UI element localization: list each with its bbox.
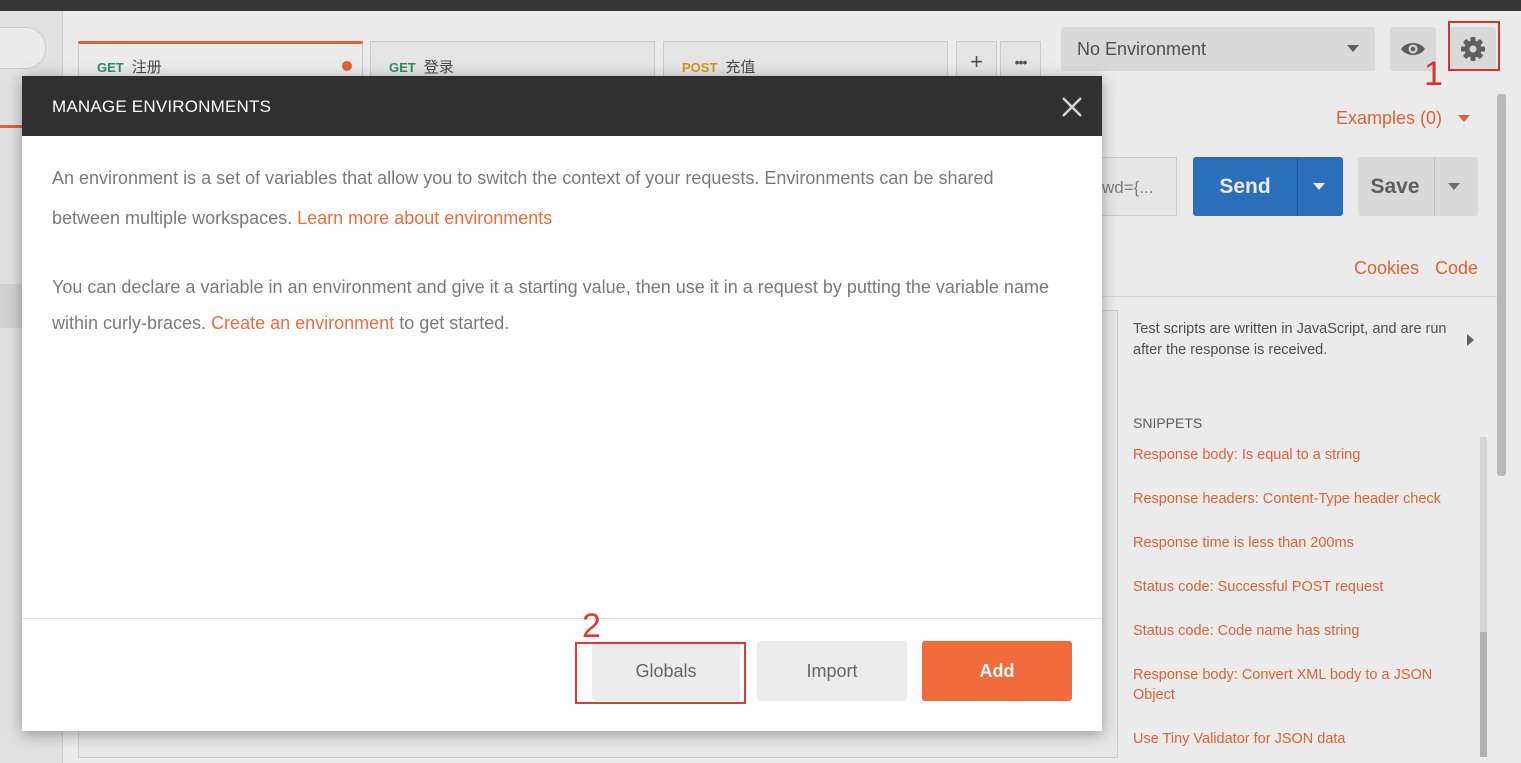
- annotation-box-globals: [575, 642, 746, 704]
- instructions-tail: to get started.: [399, 313, 510, 333]
- learn-more-link[interactable]: Learn more about environments: [297, 208, 552, 228]
- modal-instructions: You can declare a variable in an environ…: [52, 269, 1062, 341]
- manage-environments-modal: MANAGE ENVIRONMENTS An environment is a …: [22, 76, 1102, 731]
- close-icon[interactable]: [1060, 95, 1084, 119]
- modal-footer-divider: [22, 618, 1102, 619]
- modal-title: MANAGE ENVIRONMENTS: [52, 97, 272, 116]
- modal-header: MANAGE ENVIRONMENTS: [22, 76, 1102, 136]
- import-button[interactable]: Import: [757, 641, 907, 701]
- add-environment-button[interactable]: Add: [922, 641, 1072, 701]
- annotation-number-2: 2: [582, 607, 601, 645]
- create-environment-link[interactable]: Create an environment: [211, 313, 394, 333]
- modal-description: An environment is a set of variables tha…: [52, 158, 1062, 238]
- instructions-text: You can declare a variable in an environ…: [52, 277, 1049, 333]
